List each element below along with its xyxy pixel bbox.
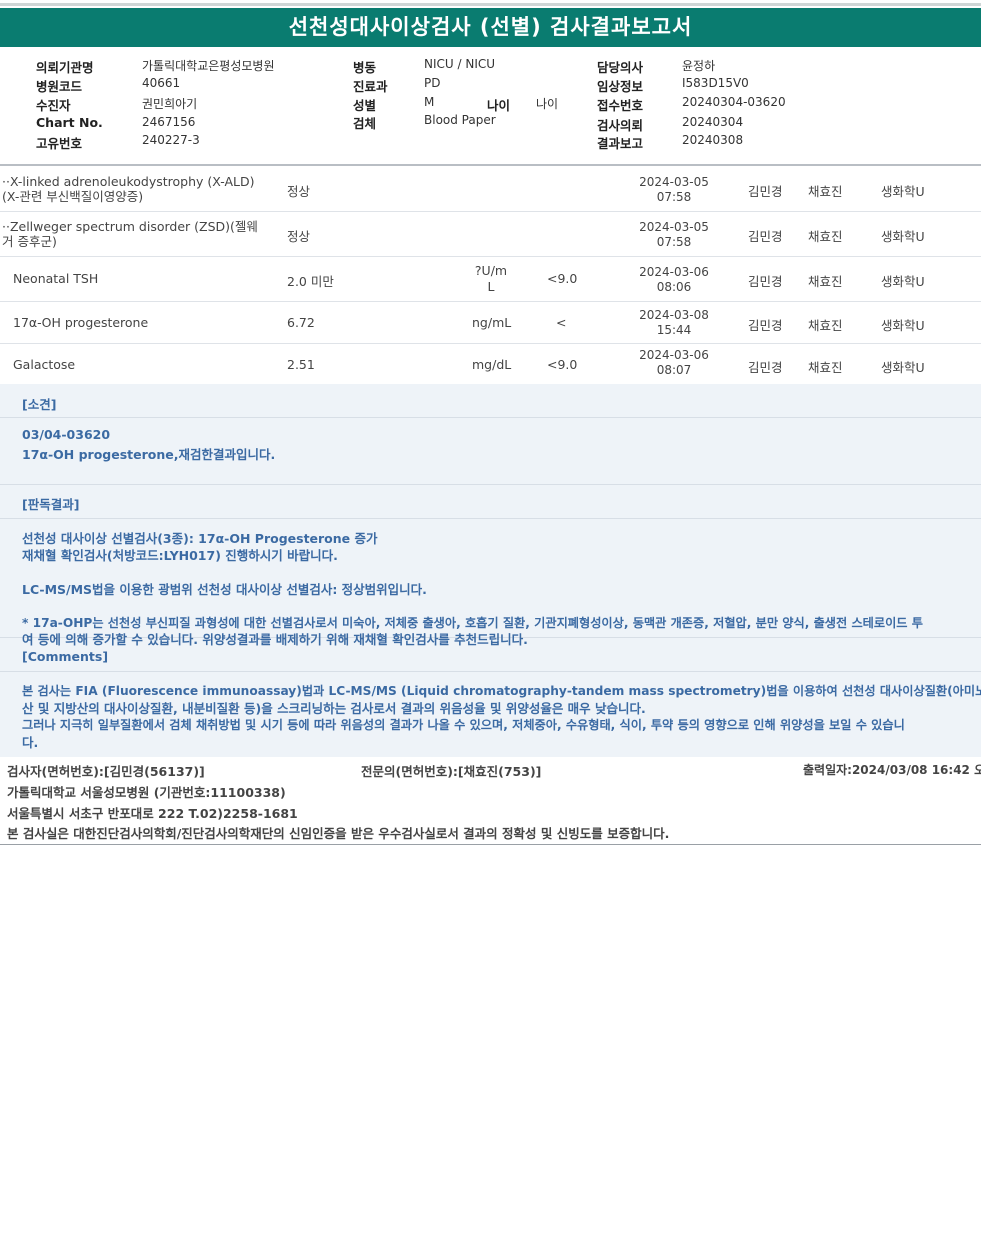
specimen-label: 검체 (353, 116, 377, 131)
reference-range: < (556, 315, 567, 330)
request-value: 20240304 (682, 115, 744, 129)
hospital-address: 서울특별시 서초구 반포대로 222 T.02)2258-1681 (7, 806, 298, 821)
table-row: Galactose 2.51 mg/dL <9.0 2024-03-06 08:… (0, 344, 981, 384)
age-label: 나이 (487, 98, 511, 113)
tester-name: 김민경 (748, 229, 783, 244)
report-date-value: 20240308 (682, 133, 744, 147)
ward-label: 병동 (353, 60, 377, 75)
result-unit: ng/mL (472, 315, 512, 330)
unique-no-value: 240227-3 (142, 133, 200, 147)
results-table: ··X-linked adrenoleukodystrophy (X-ALD) … (0, 168, 981, 384)
test-name: ··Zellweger spectrum disorder (ZSD)(젤웨 거… (2, 219, 258, 249)
top-border (0, 3, 981, 6)
confirmer-name: 채효진 (808, 229, 843, 244)
chart-no-value: 2467156 (142, 115, 196, 129)
test-name: 17α-OH progesterone (13, 315, 149, 330)
section-name: 생화학U (881, 229, 925, 244)
specialist-license: 전문의(면허번호):[채효진(753)] (361, 764, 542, 779)
section-name: 생화학U (881, 318, 925, 333)
patient-value: 권민희아기 (142, 97, 198, 111)
confirmer-name: 채효진 (808, 274, 843, 289)
reference-range: <9.0 (547, 271, 578, 286)
opinion-header: [소견] (0, 384, 981, 418)
result-datetime: 2024-03-08 15:44 (639, 308, 709, 337)
notes-section: [소견] 03/04-03620 17α-OH progesterone,재검한… (0, 384, 981, 757)
table-row: ··Zellweger spectrum disorder (ZSD)(젤웨 거… (0, 212, 981, 257)
comments-body: 본 검사는 FIA (Fluorescence immunoassay)법과 L… (22, 684, 981, 750)
hospital-name: 가톨릭대학교 서울성모병원 (기관번호:11100338) (7, 785, 286, 800)
test-name: ··X-linked adrenoleukodystrophy (X-ALD) … (2, 174, 255, 204)
doctor-label: 담당의사 (597, 60, 644, 75)
tester-name: 김민경 (748, 274, 783, 289)
confirmer-name: 채효진 (808, 184, 843, 199)
result-value: 2.51 (287, 357, 315, 372)
test-name: Neonatal TSH (13, 271, 99, 286)
table-row: ··X-linked adrenoleukodystrophy (X-ALD) … (0, 168, 981, 212)
result-value: 6.72 (287, 315, 315, 330)
result-datetime: 2024-03-06 08:06 (639, 265, 709, 294)
section-name: 생화학U (881, 184, 925, 199)
report-title: 선천성대사이상검사 (선별) 검사결과보고서 (0, 8, 981, 47)
chart-no-label: Chart No. (36, 115, 103, 130)
result-datetime: 2024-03-06 08:07 (639, 348, 709, 377)
ward-value: NICU / NICU (424, 57, 496, 71)
bottom-divider (0, 844, 981, 845)
result-value: 정상 (287, 229, 311, 244)
receipt-label: 접수번호 (597, 98, 644, 113)
dept-value: PD (424, 76, 441, 90)
dept-label: 진료과 (353, 79, 388, 94)
age-value: 나이 (536, 97, 559, 111)
unique-no-label: 고유번호 (36, 136, 83, 151)
tester-license: 검사자(면허번호):[김민경(56137)] (7, 764, 205, 779)
result-value: 2.0 미만 (287, 274, 334, 289)
clinical-label: 임상정보 (597, 79, 644, 94)
institution-label: 의뢰기관명 (36, 60, 94, 75)
report-footer: 검사자(면허번호):[김민경(56137)] 전문의(면허번호):[채효진(75… (0, 758, 981, 845)
opinion-body: 03/04-03620 17α-OH progesterone,재검한결과입니다… (0, 418, 981, 485)
certification-note: 본 검사실은 대한진단검사의학회/진단검사의학재단의 신임인증을 받은 우수검사… (7, 826, 670, 841)
patient-info-section: 의뢰기관명 가톨릭대학교은평성모병원 병원코드 40661 수진자 권민희아기 … (0, 52, 981, 164)
report-date-label: 결과보고 (597, 136, 644, 151)
tester-name: 김민경 (748, 360, 783, 375)
tester-name: 김민경 (748, 184, 783, 199)
print-date: 출력일자:2024/03/08 16:42 오후 (803, 763, 981, 777)
specimen-value: Blood Paper (424, 113, 496, 127)
test-name: Galactose (13, 357, 76, 372)
patient-label: 수진자 (36, 98, 71, 113)
confirmer-name: 채효진 (808, 360, 843, 375)
result-datetime: 2024-03-05 07:58 (639, 175, 709, 204)
comments-header: [Comments] (0, 638, 981, 672)
interpretation-header: [판독결과] (0, 485, 981, 519)
confirmer-name: 채효진 (808, 318, 843, 333)
institution-value: 가톨릭대학교은평성모병원 (142, 59, 275, 73)
result-unit: mg/dL (472, 357, 512, 372)
table-row: 17α-OH progesterone 6.72 ng/mL < 2024-03… (0, 302, 981, 344)
receipt-value: 20240304-03620 (682, 95, 786, 109)
result-unit: ?U/m L (474, 263, 508, 294)
hospital-code-label: 병원코드 (36, 79, 83, 94)
hospital-code-value: 40661 (142, 76, 181, 90)
clinical-value: I583D15V0 (682, 76, 749, 90)
tester-name: 김민경 (748, 318, 783, 333)
section-name: 생화학U (881, 360, 925, 375)
info-divider (0, 164, 981, 166)
result-value: 정상 (287, 184, 311, 199)
sex-label: 성별 (353, 98, 377, 113)
request-label: 검사의뢰 (597, 118, 644, 133)
table-row: Neonatal TSH 2.0 미만 ?U/m L <9.0 2024-03-… (0, 257, 981, 302)
result-datetime: 2024-03-05 07:58 (639, 220, 709, 249)
doctor-value: 윤정하 (682, 59, 716, 73)
section-name: 생화학U (881, 274, 925, 289)
interpretation-body: 선천성 대사이상 선별검사(3종): 17α-OH Progesterone 증… (0, 519, 981, 647)
reference-range: <9.0 (547, 357, 578, 372)
sex-value: M (424, 95, 435, 109)
